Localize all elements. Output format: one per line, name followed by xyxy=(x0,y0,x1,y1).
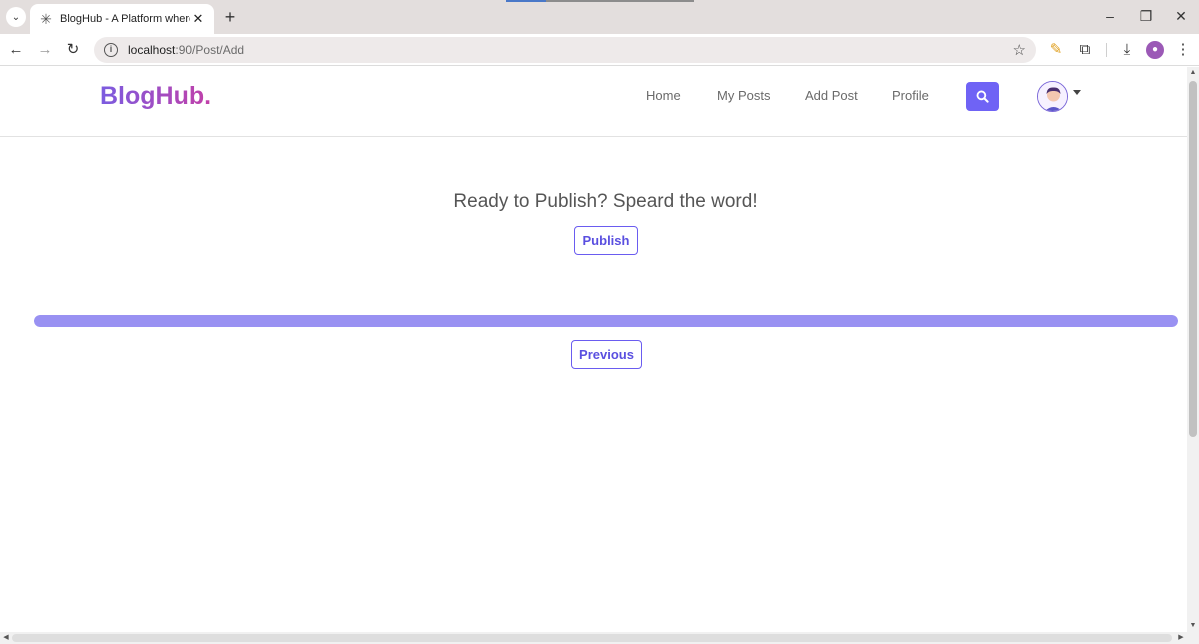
scroll-left-arrow-icon[interactable]: ◀ xyxy=(2,634,10,642)
page-heading: Ready to Publish? Speard the word! xyxy=(453,191,758,212)
close-window-icon[interactable]: ✕ xyxy=(1170,6,1192,26)
nav-link-my-posts[interactable]: My Posts xyxy=(717,88,770,103)
url-text: localhost:90/Post/Add xyxy=(128,43,1013,57)
forward-arrow-icon[interactable]: → xyxy=(35,40,55,60)
dropdown-caret-icon[interactable] xyxy=(1073,90,1081,95)
nav-link-profile[interactable]: Profile xyxy=(892,88,929,103)
previous-button[interactable]: Previous xyxy=(571,340,642,369)
search-button[interactable] xyxy=(966,82,999,111)
chevron-down-icon: ⌄ xyxy=(11,11,21,23)
avatar-icon xyxy=(1038,82,1067,111)
vertical-scrollbar[interactable]: ▲ ▼ xyxy=(1187,67,1199,632)
site-navbar: BlogHub. Home My Posts Add Post Profile xyxy=(0,67,1187,137)
page-content: BlogHub. Home My Posts Add Post Profile … xyxy=(0,67,1187,632)
bloghub-favicon-icon: ✳ xyxy=(40,11,52,27)
progress-bar-fill xyxy=(34,315,1178,327)
restore-icon[interactable]: ❐ xyxy=(1135,6,1157,26)
url-path: :90/Post/Add xyxy=(175,43,245,57)
scrollbar-corner xyxy=(1187,632,1199,644)
browser-toolbar: ← → ↻ i localhost:90/Post/Add ☆ ✎ ⧉ ⤓ ● … xyxy=(0,34,1199,66)
kebab-menu-icon[interactable]: ⋮ xyxy=(1173,39,1193,61)
scroll-up-arrow-icon[interactable]: ▲ xyxy=(1189,69,1197,77)
vertical-scrollbar-thumb[interactable] xyxy=(1189,81,1197,437)
browser-tabstrip: ⌄ ✳ BlogHub - A Platform where yo ✕ + – … xyxy=(0,0,1199,34)
back-arrow-icon[interactable]: ← xyxy=(6,40,26,60)
user-avatar[interactable] xyxy=(1037,81,1068,112)
star-icon[interactable]: ☆ xyxy=(1013,41,1026,59)
address-bar[interactable]: i localhost:90/Post/Add ☆ xyxy=(94,37,1036,63)
horizontal-scrollbar-thumb[interactable] xyxy=(12,634,1172,642)
tab-loading-indicator xyxy=(506,0,694,2)
close-icon[interactable]: ✕ xyxy=(190,11,206,27)
search-icon xyxy=(976,90,989,103)
scroll-down-arrow-icon[interactable]: ▼ xyxy=(1189,622,1197,630)
nav-link-home[interactable]: Home xyxy=(646,88,681,103)
profile-icon[interactable]: ● xyxy=(1146,41,1164,59)
puzzle-icon[interactable]: ⧉ xyxy=(1075,39,1095,61)
scroll-right-arrow-icon[interactable]: ▶ xyxy=(1177,634,1185,642)
publish-button[interactable]: Publish xyxy=(574,226,638,255)
info-icon[interactable]: i xyxy=(104,43,118,57)
tab-search-button[interactable]: ⌄ xyxy=(6,7,26,27)
url-host: localhost xyxy=(128,43,176,57)
minimize-icon[interactable]: – xyxy=(1099,6,1121,26)
browser-tab[interactable]: ✳ BlogHub - A Platform where yo ✕ xyxy=(30,4,214,34)
download-icon[interactable]: ⤓ xyxy=(1117,39,1137,61)
toolbar-divider xyxy=(1106,43,1107,57)
nav-link-add-post[interactable]: Add Post xyxy=(805,88,858,103)
brand-logo[interactable]: BlogHub. xyxy=(100,82,211,111)
pen-icon[interactable]: ✎ xyxy=(1046,39,1066,61)
horizontal-scrollbar[interactable]: ◀ ▶ xyxy=(0,632,1187,644)
reload-icon[interactable]: ↻ xyxy=(63,40,83,60)
tab-title: BlogHub - A Platform where yo xyxy=(60,13,190,25)
progress-bar xyxy=(34,315,1178,327)
new-tab-button[interactable]: + xyxy=(220,7,240,27)
